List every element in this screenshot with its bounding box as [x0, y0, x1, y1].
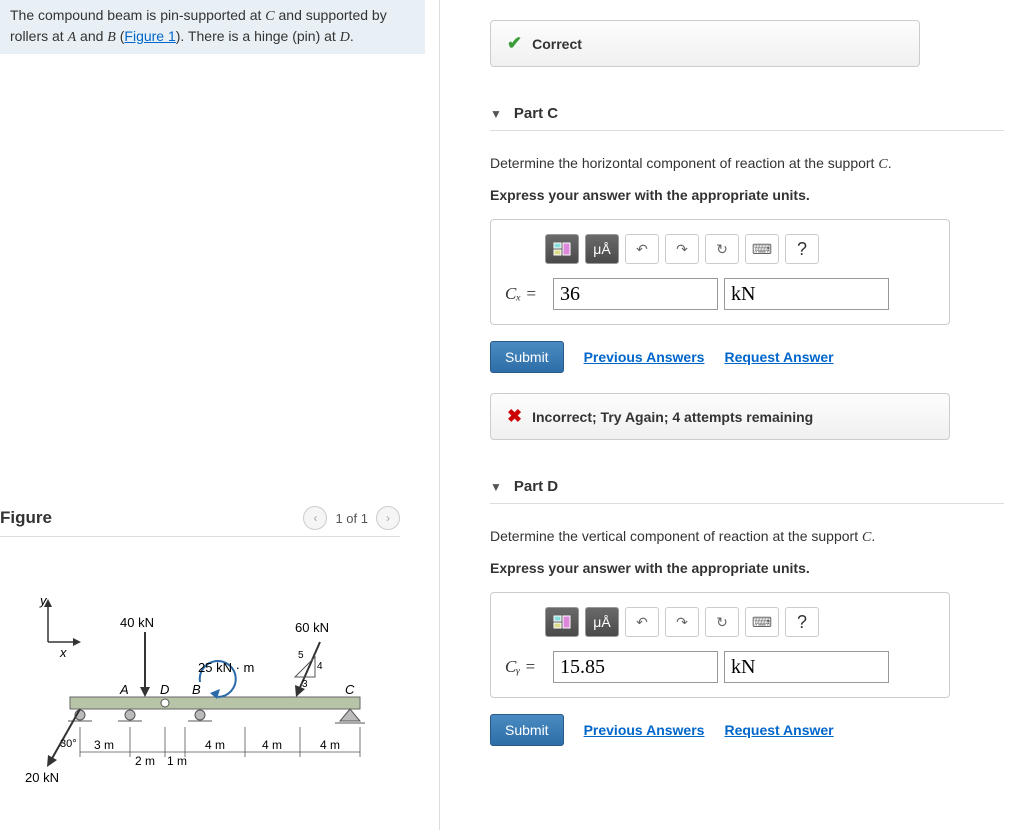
figure-nav: ‹ 1 of 1 ›: [303, 506, 400, 530]
value-input[interactable]: [553, 651, 718, 683]
text: Determine the vertical component of reac…: [490, 528, 862, 544]
svg-text:4 m: 4 m: [320, 738, 340, 752]
part-d-answer-box: μÅ ↶ ↷ ↻ ⌨ ? Cᵧ =: [490, 592, 950, 698]
variable-label: Cᵧ =: [505, 657, 547, 677]
figure-title: Figure: [0, 508, 52, 528]
part-d-hint: Express your answer with the appropriate…: [490, 560, 1004, 576]
text: The compound beam is pin-supported at: [10, 7, 265, 23]
correct-label: Correct: [532, 36, 582, 52]
problem-statement: The compound beam is pin-supported at C …: [0, 0, 425, 54]
svg-text:4 m: 4 m: [205, 738, 225, 752]
submit-row: Submit Previous Answers Request Answer: [490, 714, 1004, 746]
request-answer-link[interactable]: Request Answer: [724, 349, 833, 365]
part-c-prompt: Determine the horizontal component of re…: [490, 155, 1004, 173]
part-d: ▼ Part D Determine the vertical componen…: [490, 470, 1004, 746]
toolbar: μÅ ↶ ↷ ↻ ⌨ ?: [505, 234, 935, 264]
svg-text:40 kN: 40 kN: [120, 615, 154, 630]
figure-prev-button[interactable]: ‹: [303, 506, 327, 530]
part-c-title: Part C: [514, 105, 558, 122]
collapse-icon: ▼: [490, 480, 502, 494]
svg-text:4: 4: [317, 661, 323, 672]
reset-button[interactable]: ↻: [705, 234, 739, 264]
part-c-answer-box: μÅ ↶ ↷ ↻ ⌨ ? Cₓ =: [490, 219, 950, 325]
previous-answers-link[interactable]: Previous Answers: [584, 349, 705, 365]
incorrect-feedback: ✖ Incorrect; Try Again; 4 attempts remai…: [490, 393, 950, 440]
math-var: C: [878, 157, 887, 172]
reset-button[interactable]: ↻: [705, 607, 739, 637]
svg-text:60 kN: 60 kN: [295, 620, 329, 635]
beam-diagram: y x A D B C: [20, 587, 380, 797]
text: .: [350, 28, 354, 44]
text: .: [871, 528, 875, 544]
answer-row: Cᵧ =: [505, 651, 935, 683]
figure-link[interactable]: Figure 1: [124, 28, 175, 44]
svg-text:1 m: 1 m: [167, 754, 187, 768]
svg-text:B: B: [192, 682, 201, 697]
text: .: [888, 155, 892, 171]
part-d-title: Part D: [514, 478, 558, 495]
figure-next-button[interactable]: ›: [376, 506, 400, 530]
part-c: ▼ Part C Determine the horizontal compon…: [490, 97, 1004, 440]
incorrect-label: Incorrect; Try Again; 4 attempts remaini…: [532, 409, 813, 425]
submit-row: Submit Previous Answers Request Answer: [490, 341, 1004, 373]
svg-text:x: x: [59, 645, 67, 660]
undo-button[interactable]: ↶: [625, 234, 659, 264]
svg-text:5: 5: [298, 650, 304, 661]
templates-button[interactable]: [545, 234, 579, 264]
svg-text:2 m: 2 m: [135, 754, 155, 768]
undo-button[interactable]: ↶: [625, 607, 659, 637]
help-button[interactable]: ?: [785, 234, 819, 264]
part-c-header[interactable]: ▼ Part C: [490, 97, 1004, 131]
svg-text:4 m: 4 m: [262, 738, 282, 752]
svg-text:30°: 30°: [60, 738, 77, 750]
svg-text:A: A: [119, 682, 129, 697]
units-button[interactable]: μÅ: [585, 234, 619, 264]
math-var: C: [862, 530, 871, 545]
toolbar: μÅ ↶ ↷ ↻ ⌨ ?: [505, 607, 935, 637]
redo-button[interactable]: ↷: [665, 234, 699, 264]
right-panel: ✔ Correct ▼ Part C Determine the horizon…: [440, 0, 1024, 830]
math-B: B: [107, 30, 116, 45]
check-icon: ✔: [507, 33, 522, 54]
text: ). There is a hinge (pin) at: [176, 28, 340, 44]
figure-counter: 1 of 1: [335, 511, 368, 526]
svg-text:C: C: [345, 682, 355, 697]
keyboard-button[interactable]: ⌨: [745, 607, 779, 637]
left-panel: The compound beam is pin-supported at C …: [0, 0, 440, 830]
part-d-prompt: Determine the vertical component of reac…: [490, 528, 1004, 546]
submit-button[interactable]: Submit: [490, 341, 564, 373]
variable-label: Cₓ =: [505, 284, 547, 304]
unit-input[interactable]: [724, 278, 889, 310]
x-icon: ✖: [507, 406, 522, 427]
answer-row: Cₓ =: [505, 278, 935, 310]
redo-button[interactable]: ↷: [665, 607, 699, 637]
math-A: A: [68, 30, 77, 45]
unit-input[interactable]: [724, 651, 889, 683]
svg-text:25 kN · m: 25 kN · m: [198, 660, 254, 675]
previous-answers-link[interactable]: Previous Answers: [584, 722, 705, 738]
figure-header: Figure ‹ 1 of 1 ›: [0, 500, 400, 537]
text: and: [76, 28, 107, 44]
figure-section: Figure ‹ 1 of 1 › y x: [0, 500, 400, 800]
math-D: D: [340, 30, 350, 45]
request-answer-link[interactable]: Request Answer: [724, 722, 833, 738]
value-input[interactable]: [553, 278, 718, 310]
math-C: C: [265, 9, 274, 24]
keyboard-button[interactable]: ⌨: [745, 234, 779, 264]
collapse-icon: ▼: [490, 107, 502, 121]
help-button[interactable]: ?: [785, 607, 819, 637]
part-d-header[interactable]: ▼ Part D: [490, 470, 1004, 504]
correct-feedback: ✔ Correct: [490, 20, 920, 67]
svg-text:20 kN: 20 kN: [25, 770, 59, 785]
templates-button[interactable]: [545, 607, 579, 637]
svg-text:3 m: 3 m: [94, 738, 114, 752]
svg-text:3: 3: [302, 679, 308, 690]
part-c-hint: Express your answer with the appropriate…: [490, 187, 1004, 203]
figure-image: y x A D B C: [0, 587, 400, 800]
text: Determine the horizontal component of re…: [490, 155, 878, 171]
submit-button[interactable]: Submit: [490, 714, 564, 746]
svg-text:D: D: [160, 682, 169, 697]
units-button[interactable]: μÅ: [585, 607, 619, 637]
